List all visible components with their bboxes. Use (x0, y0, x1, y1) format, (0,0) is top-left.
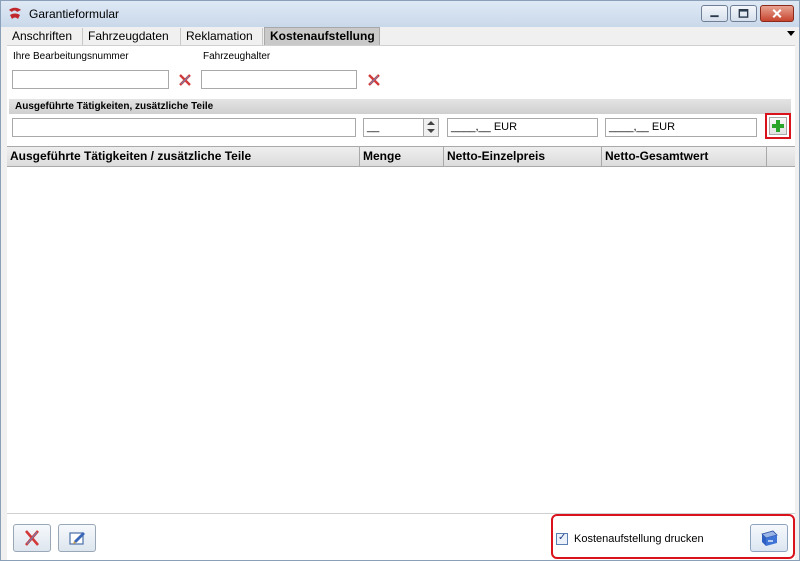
app-logo-icon (9, 7, 21, 19)
app-window: Garantieformular Anschriften Fahrzeugdat… (0, 0, 800, 561)
clear-bearbeitungsnummer-icon[interactable] (177, 72, 193, 88)
tab-strip: Anschriften Fahrzeugdaten Reklamation Ko… (7, 27, 793, 45)
taetigkeit-input[interactable] (12, 118, 356, 137)
fahrzeughalter-input[interactable] (201, 70, 357, 89)
delete-x-icon (25, 530, 39, 546)
einzelpreis-input[interactable]: ____,__ EUR (447, 118, 598, 137)
tab-anschriften[interactable]: Anschriften (7, 28, 83, 45)
close-window-button[interactable] (760, 5, 794, 22)
items-table: Ausgeführte Tätigkeiten / zusätzliche Te… (7, 146, 795, 514)
window-title: Garantieformular (29, 7, 120, 21)
section-header: Ausgeführte Tätigkeiten, zusätzliche Tei… (9, 99, 791, 114)
print-checkbox[interactable]: ✓ (556, 532, 568, 545)
close-icon (772, 9, 782, 19)
edit-pencil-icon (69, 532, 85, 545)
tab-reklamation[interactable]: Reklamation (181, 28, 263, 45)
clear-fahrzeughalter-icon[interactable] (366, 72, 382, 88)
column-header-menge[interactable]: Menge (360, 147, 444, 166)
tab-kostenaufstellung[interactable]: Kostenaufstellung (264, 27, 380, 45)
print-button[interactable] (750, 524, 788, 552)
title-bar: Garantieformular (1, 1, 799, 27)
checkmark-icon: ✓ (558, 532, 567, 543)
add-item-button[interactable] (765, 113, 791, 139)
maximize-icon (738, 9, 749, 18)
edit-button[interactable] (58, 524, 96, 552)
column-header-taetigkeiten[interactable]: Ausgeführte Tätigkeiten / zusätzliche Te… (7, 147, 360, 166)
plus-icon (772, 120, 784, 132)
maximize-button[interactable] (730, 5, 757, 22)
spin-down-icon[interactable] (427, 129, 435, 133)
tab-overflow-chevron-down-icon[interactable] (787, 31, 795, 36)
print-checkbox-label[interactable]: Kostenaufstellung drucken (574, 533, 704, 545)
fahrzeughalter-label: Fahrzeughalter (203, 51, 271, 62)
bearbeitungsnummer-input[interactable] (12, 70, 169, 89)
column-header-gesamtwert[interactable]: Netto-Gesamtwert (602, 147, 767, 166)
bearbeitungsnummer-label: Ihre Bearbeitungsnummer (13, 51, 129, 62)
add-button-face (769, 117, 787, 135)
kostenaufstellung-panel: Ihre Bearbeitungsnummer Fahrzeughalter A… (7, 45, 795, 560)
gesamtwert-input[interactable]: ____,__ EUR (605, 118, 757, 137)
spin-up-icon[interactable] (427, 121, 435, 125)
column-header-einzelpreis[interactable]: Netto-Einzelpreis (444, 147, 602, 166)
table-header: Ausgeführte Tätigkeiten / zusätzliche Te… (7, 147, 795, 167)
tab-fahrzeugdaten[interactable]: Fahrzeugdaten (83, 28, 181, 45)
menge-spinner[interactable] (423, 119, 438, 136)
column-header-spacer (767, 147, 795, 166)
minimize-icon (710, 15, 719, 18)
printer-icon (761, 530, 778, 546)
minimize-button[interactable] (701, 5, 728, 22)
delete-button[interactable] (13, 524, 51, 552)
